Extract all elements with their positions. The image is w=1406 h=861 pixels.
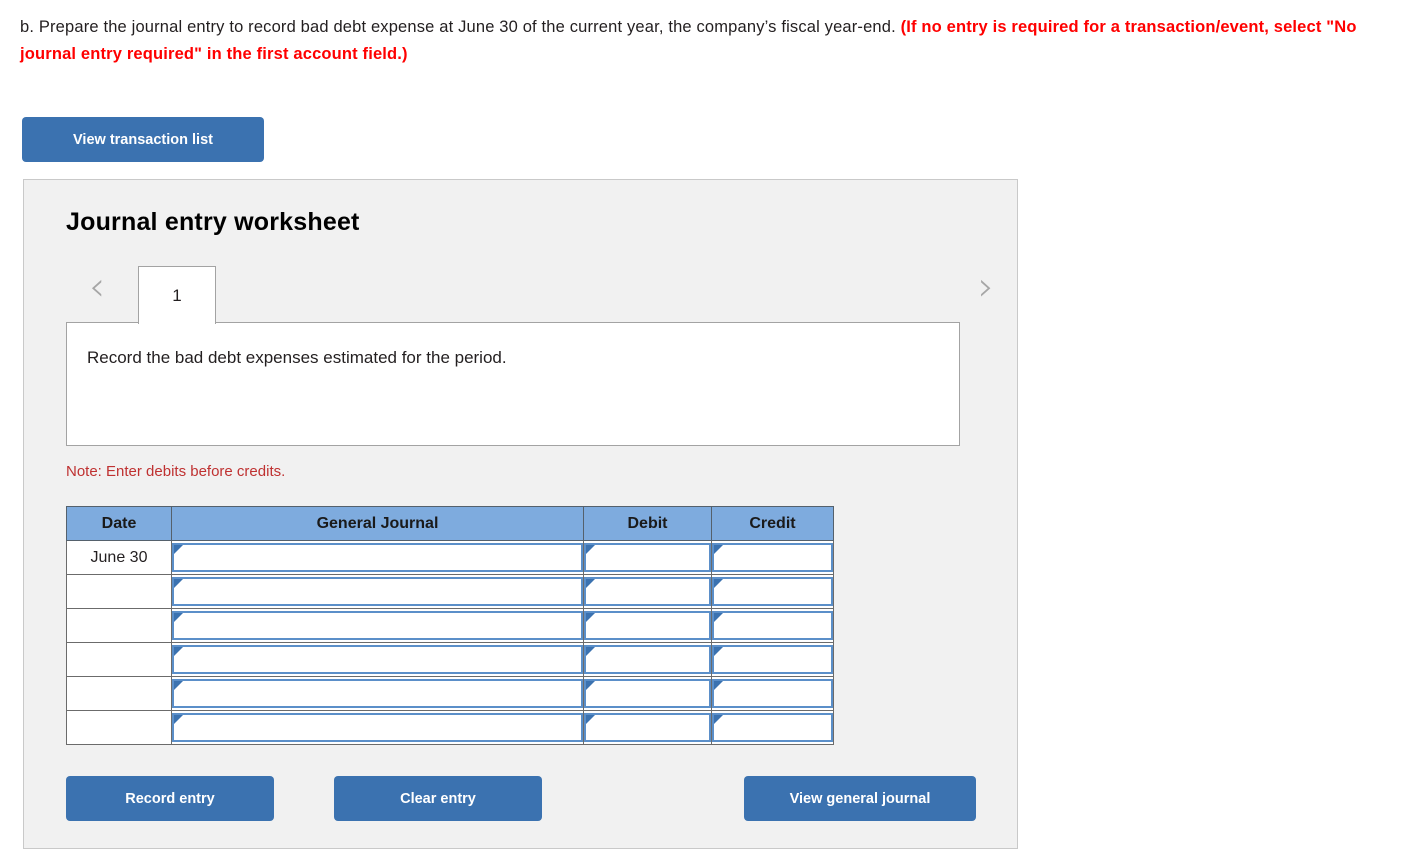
column-header-general-journal: General Journal	[171, 506, 584, 541]
table-row: June 30	[66, 540, 834, 575]
cell-date-3	[66, 608, 172, 643]
cell-credit-2[interactable]	[711, 574, 834, 609]
cell-general-journal-5[interactable]	[171, 676, 584, 711]
cell-debit-5[interactable]	[583, 676, 712, 711]
account-select-4[interactable]	[172, 645, 583, 674]
column-header-debit: Debit	[583, 506, 712, 541]
worksheet-tab-1-label: 1	[172, 285, 182, 305]
view-general-journal-button[interactable]: View general journal	[744, 776, 976, 821]
table-row	[66, 574, 834, 609]
account-select-1[interactable]	[172, 543, 583, 572]
cell-general-journal-2[interactable]	[171, 574, 584, 609]
journal-entry-worksheet-panel: Journal entry worksheet ‹ 1 › Record the…	[23, 179, 1018, 849]
credit-input-4[interactable]	[724, 647, 828, 672]
credit-input-2[interactable]	[724, 579, 828, 604]
worksheet-description-text: Record the bad debt expenses estimated f…	[87, 348, 507, 367]
credit-input-1[interactable]	[724, 545, 828, 570]
chevron-right-icon[interactable]: ›	[969, 267, 1003, 311]
cell-date-4	[66, 642, 172, 677]
debit-select-2[interactable]	[584, 577, 711, 606]
account-input-2[interactable]	[184, 579, 578, 604]
question-prompt-lead: b. Prepare the journal entry to record b…	[20, 18, 901, 36]
table-row	[66, 642, 834, 677]
account-select-2[interactable]	[172, 577, 583, 606]
debit-input-2[interactable]	[596, 579, 706, 604]
cell-credit-1[interactable]	[711, 540, 834, 575]
cell-debit-3[interactable]	[583, 608, 712, 643]
column-header-credit: Credit	[711, 506, 834, 541]
debit-input-6[interactable]	[596, 715, 706, 740]
question-prompt: b. Prepare the journal entry to record b…	[20, 14, 1398, 68]
cell-debit-1[interactable]	[583, 540, 712, 575]
account-input-3[interactable]	[184, 613, 578, 638]
table-header-row: Date General Journal Debit Credit	[66, 506, 834, 541]
account-input-6[interactable]	[184, 715, 578, 740]
account-select-3[interactable]	[172, 611, 583, 640]
journal-entry-table: Date General Journal Debit Credit June 3…	[66, 506, 834, 745]
cell-date-2	[66, 574, 172, 609]
cell-general-journal-6[interactable]	[171, 710, 584, 745]
cell-credit-4[interactable]	[711, 642, 834, 677]
debit-select-1[interactable]	[584, 543, 711, 572]
credit-select-3[interactable]	[712, 611, 833, 640]
credit-input-6[interactable]	[724, 715, 828, 740]
worksheet-description-box: Record the bad debt expenses estimated f…	[66, 322, 960, 446]
cell-date-6	[66, 710, 172, 745]
credit-select-2[interactable]	[712, 577, 833, 606]
credit-input-3[interactable]	[724, 613, 828, 638]
cell-debit-4[interactable]	[583, 642, 712, 677]
cell-general-journal-1[interactable]	[171, 540, 584, 575]
account-select-6[interactable]	[172, 713, 583, 742]
worksheet-title: Journal entry worksheet	[66, 208, 360, 236]
credit-select-4[interactable]	[712, 645, 833, 674]
table-row	[66, 676, 834, 711]
credit-select-1[interactable]	[712, 543, 833, 572]
record-entry-button[interactable]: Record entry	[66, 776, 274, 821]
clear-entry-button[interactable]: Clear entry	[334, 776, 542, 821]
debit-select-5[interactable]	[584, 679, 711, 708]
debit-input-5[interactable]	[596, 681, 706, 706]
credit-select-5[interactable]	[712, 679, 833, 708]
debit-select-6[interactable]	[584, 713, 711, 742]
account-input-1[interactable]	[184, 545, 578, 570]
credit-select-6[interactable]	[712, 713, 833, 742]
worksheet-tab-1[interactable]: 1	[138, 266, 216, 324]
chevron-left-icon[interactable]: ‹	[80, 267, 114, 311]
debit-input-4[interactable]	[596, 647, 706, 672]
table-row	[66, 710, 834, 745]
column-header-date: Date	[66, 506, 172, 541]
cell-date-1: June 30	[66, 540, 172, 575]
worksheet-pager: ‹ 1 ›	[66, 261, 994, 324]
debit-input-1[interactable]	[596, 545, 706, 570]
cell-credit-5[interactable]	[711, 676, 834, 711]
debit-input-3[interactable]	[596, 613, 706, 638]
credit-input-5[interactable]	[724, 681, 828, 706]
cell-general-journal-4[interactable]	[171, 642, 584, 677]
cell-date-5	[66, 676, 172, 711]
account-input-5[interactable]	[184, 681, 578, 706]
view-transaction-list-button[interactable]: View transaction list	[22, 117, 264, 162]
account-select-5[interactable]	[172, 679, 583, 708]
debits-before-credits-note: Note: Enter debits before credits.	[66, 463, 286, 480]
cell-credit-6[interactable]	[711, 710, 834, 745]
debit-select-4[interactable]	[584, 645, 711, 674]
debit-select-3[interactable]	[584, 611, 711, 640]
table-row	[66, 608, 834, 643]
cell-debit-6[interactable]	[583, 710, 712, 745]
cell-general-journal-3[interactable]	[171, 608, 584, 643]
account-input-4[interactable]	[184, 647, 578, 672]
cell-credit-3[interactable]	[711, 608, 834, 643]
cell-debit-2[interactable]	[583, 574, 712, 609]
